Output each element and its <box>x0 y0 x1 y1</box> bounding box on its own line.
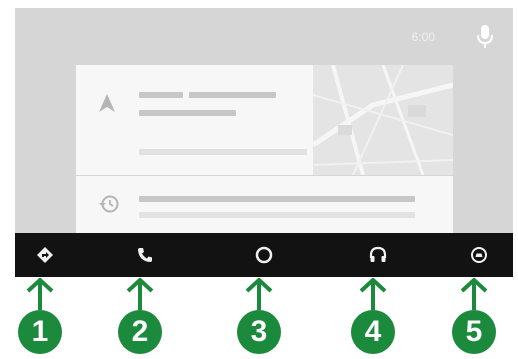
home-button[interactable] <box>249 241 279 269</box>
nav-subtitle-line <box>139 110 236 116</box>
audio-button[interactable] <box>363 241 393 269</box>
nav-title-line <box>189 92 276 98</box>
up-arrow-icon <box>460 278 488 310</box>
up-arrow-icon <box>26 278 54 310</box>
history-subtitle-line <box>139 212 415 218</box>
exit-button[interactable] <box>464 241 494 269</box>
map-thumbnail <box>313 65 453 175</box>
up-arrow-icon <box>126 278 154 310</box>
callout-number: 1 <box>18 310 62 354</box>
up-arrow-icon <box>359 278 387 310</box>
callout-number: 3 <box>237 310 281 354</box>
history-card[interactable] <box>76 176 453 233</box>
clock: 6:00 <box>411 30 435 44</box>
navigation-button[interactable] <box>30 241 60 269</box>
callout-1: 1 <box>18 278 62 356</box>
history-title-line <box>139 196 415 202</box>
status-bar: 6:00 <box>15 8 513 58</box>
callout-5: 5 <box>452 278 496 356</box>
callout-number: 5 <box>452 310 496 354</box>
android-auto-screen: 6:00 <box>15 8 513 233</box>
nav-detail-line <box>139 149 307 155</box>
navigation-card[interactable] <box>76 65 453 175</box>
callout-number: 4 <box>351 310 395 354</box>
bottom-navigation-bar <box>15 233 513 277</box>
nav-title-line <box>139 92 183 98</box>
up-arrow-icon <box>245 278 273 310</box>
navigation-arrow-icon <box>98 93 116 118</box>
history-clock-icon <box>98 194 120 219</box>
callout-4: 4 <box>351 278 395 356</box>
callout-3: 3 <box>237 278 281 356</box>
callout-number: 2 <box>118 310 162 354</box>
phone-button[interactable] <box>130 241 160 269</box>
callout-2: 2 <box>118 278 162 356</box>
microphone-icon[interactable] <box>475 24 495 50</box>
